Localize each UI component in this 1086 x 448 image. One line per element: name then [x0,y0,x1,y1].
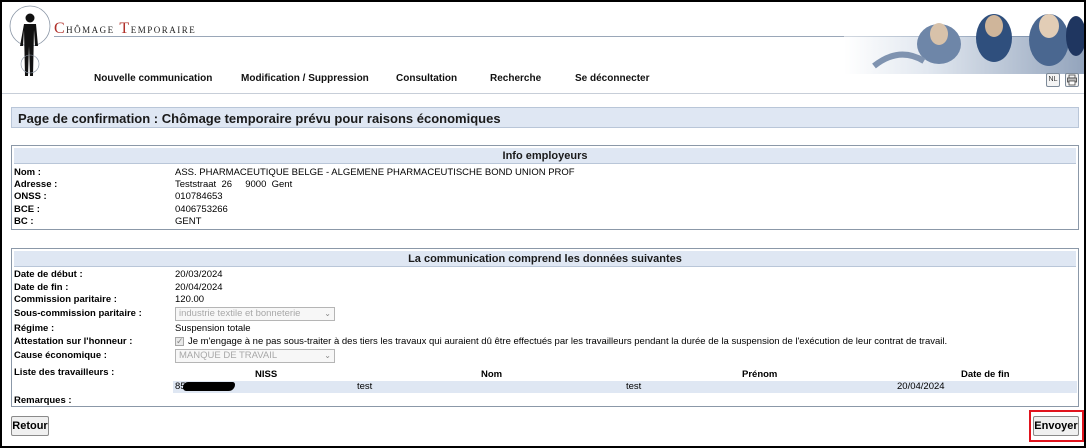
field-label: Attestation sur l'honneur : [14,336,133,347]
table-row: 85 test test 20/04/2024 [173,381,1077,393]
nav-se-deconnecter[interactable]: Se déconnecter [575,73,649,84]
column-header-date-fin: Date de fin [961,369,1010,380]
communication-heading: La communication comprend les données su… [14,251,1076,267]
nav-consultation[interactable]: Consultation [396,73,457,84]
column-header-prenom: Prénom [742,369,778,380]
field-value: Suspension totale [175,323,251,334]
select-value: MANQUE DE TRAVAIL [179,350,278,361]
field-label: Date de début : [14,269,83,280]
cell-prenom: test [626,381,642,392]
field-label: ONSS : [14,191,47,202]
cause-select[interactable]: MANQUE DE TRAVAIL ⌄ [175,349,335,363]
field-label: Cause économique : [14,350,107,361]
field-value: 120.00 [175,294,205,305]
retour-button[interactable]: Retour [11,416,49,436]
field-label: Commission paritaire : [14,294,117,305]
nav-nouvelle-communication[interactable]: Nouvelle communication [94,73,212,84]
page-title: Page de confirmation : Chômage temporair… [18,111,501,126]
nav-modification-suppression[interactable]: Modification / Suppression [241,73,369,84]
attestation-checkbox[interactable] [175,335,184,347]
nav-recherche[interactable]: Recherche [490,73,541,84]
app-header: Chômage Temporaire [2,2,1084,76]
select-value: industrie textile et bonneterie [179,308,301,319]
cell-nom: test [357,381,373,392]
field-label: Remarques : [14,395,72,406]
field-label: Régime : [14,323,55,334]
printer-glyph [1067,74,1077,86]
language-nl-button[interactable]: NL [1046,73,1060,87]
field-value: ASS. PHARMACEUTIQUE BELGE - ALGEMENE PHA… [175,167,575,178]
header-photo-banner [844,14,1084,74]
envoyer-button[interactable]: Envoyer [1033,416,1079,436]
column-header-niss: NISS [255,369,278,380]
field-label: Adresse : [14,179,58,190]
field-label: BC : [14,216,34,227]
employer-info-heading: Info employeurs [14,148,1076,164]
cell-date-fin: 20/04/2024 [897,381,945,392]
brand-word-1: hômage [66,21,120,36]
nav-divider [2,93,1084,94]
attestation-text: Je m'engage à ne pas sous-traiter à des … [188,336,948,347]
field-value: Teststraat 26 9000 Gent [175,179,293,190]
brand-cap-1: C [54,20,67,37]
field-label: Nom : [14,167,41,178]
workers-table-header: NISS Nom Prénom Date de fin [173,369,1073,381]
person-silhouette-icon [9,5,51,76]
sous-commission-select[interactable]: industrie textile et bonneterie ⌄ [175,307,335,321]
employer-info-panel: Info employeurs Nom : ASS. PHARMACEUTIQU… [11,145,1079,230]
column-header-nom: Nom [481,369,503,380]
communication-panel: La communication comprend les données su… [11,248,1079,407]
chevron-down-icon: ⌄ [324,309,331,318]
field-value: 20/04/2024 [175,282,223,293]
field-value: 0406753266 [175,204,228,215]
field-label: Sous-commission paritaire : [14,308,142,319]
field-value: GENT [175,216,202,227]
field-value: 20/03/2024 [175,269,223,280]
field-label: Liste des travailleurs : [14,367,115,378]
brand-word-2: emporaire [130,21,197,36]
brand-cap-2: T [119,20,131,37]
field-value: 010784653 [175,191,223,202]
chevron-down-icon: ⌄ [324,351,331,360]
page-title-bar: Page de confirmation : Chômage temporair… [11,107,1079,128]
field-label: Date de fin : [14,282,69,293]
field-label: BCE : [14,204,40,215]
redaction-mark [183,382,235,391]
printer-icon[interactable] [1065,73,1079,87]
